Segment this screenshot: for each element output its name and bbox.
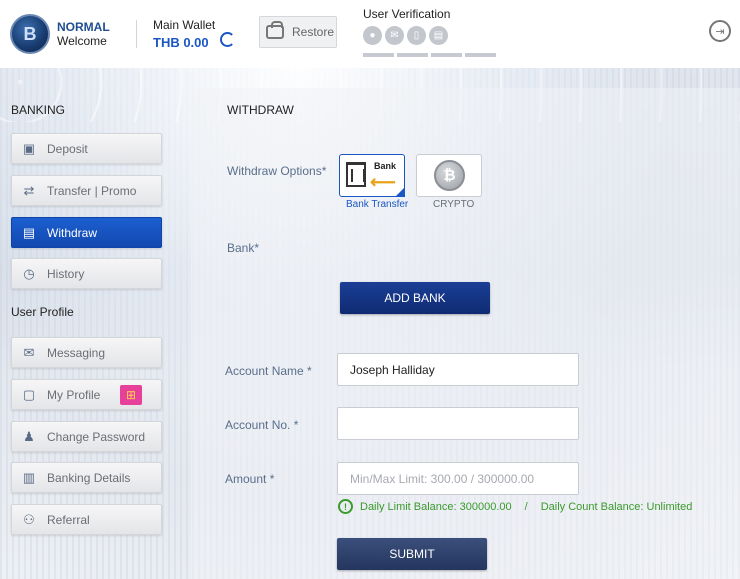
page-title: WITHDRAW [227, 103, 294, 117]
avatar[interactable]: B [10, 14, 50, 54]
top-header: B NORMAL Welcome Main Wallet THB 0.00 Re… [0, 0, 740, 68]
verification-icons: ● ✉ ▯ ▤ [363, 26, 448, 45]
history-icon: ◷ [23, 265, 35, 281]
phone-verify-icon[interactable]: ▯ [407, 26, 426, 45]
bank-icon: ▥ [22, 469, 36, 485]
referral-icon: ⚇ [23, 511, 35, 527]
amount-label: Amount * [225, 472, 275, 486]
daily-count-balance: Daily Count Balance: Unlimited [540, 500, 693, 513]
option-caption-crypto: CRYPTO [433, 199, 475, 210]
verification-bar [431, 53, 462, 57]
gift-icon[interactable]: ⊞ [120, 385, 142, 405]
verification-progress [363, 53, 496, 57]
refresh-icon[interactable] [220, 32, 235, 47]
main-wallet-balance: THB 0.00 [153, 35, 209, 50]
main-wallet-label: Main Wallet [153, 18, 216, 32]
bank-label: Bank* [227, 241, 260, 255]
info-icon: ! [338, 499, 353, 514]
withdraw-icon: ▤ [22, 224, 36, 240]
wallet-icon [266, 21, 284, 39]
restore-label: Restore [292, 25, 335, 39]
withdraw-options-label: Withdraw Options* [227, 164, 327, 178]
sidebar-item-deposit[interactable]: ▣ Deposit [11, 133, 162, 164]
email-verify-icon[interactable]: ✉ [385, 26, 404, 45]
selected-check-icon [395, 187, 405, 197]
profile-icon: ▢ [22, 386, 36, 402]
bank-verify-icon[interactable]: ▤ [429, 26, 448, 45]
option-caption-bank-transfer: Bank Transfer [346, 199, 409, 210]
amount-input[interactable] [337, 462, 579, 495]
sidebar-item-label: Transfer | Promo [47, 183, 137, 198]
option-crypto[interactable]: ₿ [416, 154, 482, 197]
password-icon: ♟ [23, 428, 35, 444]
transfer-icon: ⇄ [23, 182, 35, 198]
banking-section-title: BANKING [11, 103, 66, 117]
logout-icon[interactable]: ⇥ [709, 20, 731, 42]
bitcoin-icon: ₿ [434, 160, 465, 191]
account-no-label: Account No. * [225, 418, 299, 432]
sidebar-item-messaging[interactable]: ✉ Messaging [11, 337, 162, 368]
account-no-input[interactable] [337, 407, 579, 440]
header-divider [136, 20, 137, 48]
option-bank-transfer[interactable]: Bank ⟵ [339, 154, 405, 197]
sidebar-item-withdraw[interactable]: ▤ Withdraw [11, 217, 162, 248]
sidebar-item-referral[interactable]: ⚇ Referral [11, 504, 162, 535]
sidebar-item-my-profile[interactable]: ▢ My Profile ⊞ [11, 379, 162, 410]
daily-limit-balance: Daily Limit Balance: 300000.00 [360, 500, 512, 513]
sidebar-item-history[interactable]: ◷ History [11, 258, 162, 289]
sidebar-item-banking-details[interactable]: ▥ Banking Details [11, 462, 162, 493]
add-bank-button[interactable]: ADD BANK [340, 282, 490, 314]
user-verification-title: User Verification [363, 7, 451, 21]
deposit-icon: ▣ [22, 140, 36, 156]
sidebar-item-label: My Profile [47, 387, 101, 402]
bank-building-icon [346, 162, 366, 187]
user-profile-section-title: User Profile [11, 305, 74, 319]
restore-button[interactable]: Restore [259, 16, 337, 48]
sidebar-item-label: Banking Details [47, 470, 131, 485]
sidebar-item-label: Referral [47, 512, 90, 527]
account-name-label: Account Name * [225, 364, 312, 378]
limit-info: ! Daily Limit Balance: 300000.00 / Daily… [338, 499, 692, 514]
envelope-icon: ✉ [23, 344, 35, 360]
limit-separator: / [524, 500, 528, 513]
sidebar-item-label: Deposit [47, 141, 88, 156]
welcome-text: Welcome [57, 34, 107, 48]
sidebar-item-label: History [47, 266, 85, 281]
sidebar-item-label: Change Password [47, 429, 146, 444]
sidebar-item-label: Withdraw [47, 225, 98, 240]
bank-icon-text: Bank [374, 161, 397, 171]
verification-bar [363, 53, 394, 57]
sidebar-item-label: Messaging [47, 345, 106, 360]
user-verify-icon[interactable]: ● [363, 26, 382, 45]
verification-bar [397, 53, 428, 57]
arrow-left-icon: ⟵ [370, 172, 396, 192]
member-level: NORMAL [57, 20, 110, 34]
submit-button[interactable]: SUBMIT [337, 538, 487, 570]
verification-bar [465, 53, 496, 57]
sidebar-item-transfer-promo[interactable]: ⇄ Transfer | Promo [11, 175, 162, 206]
account-name-input[interactable] [337, 353, 579, 386]
sidebar-item-change-password[interactable]: ♟ Change Password [11, 421, 162, 452]
